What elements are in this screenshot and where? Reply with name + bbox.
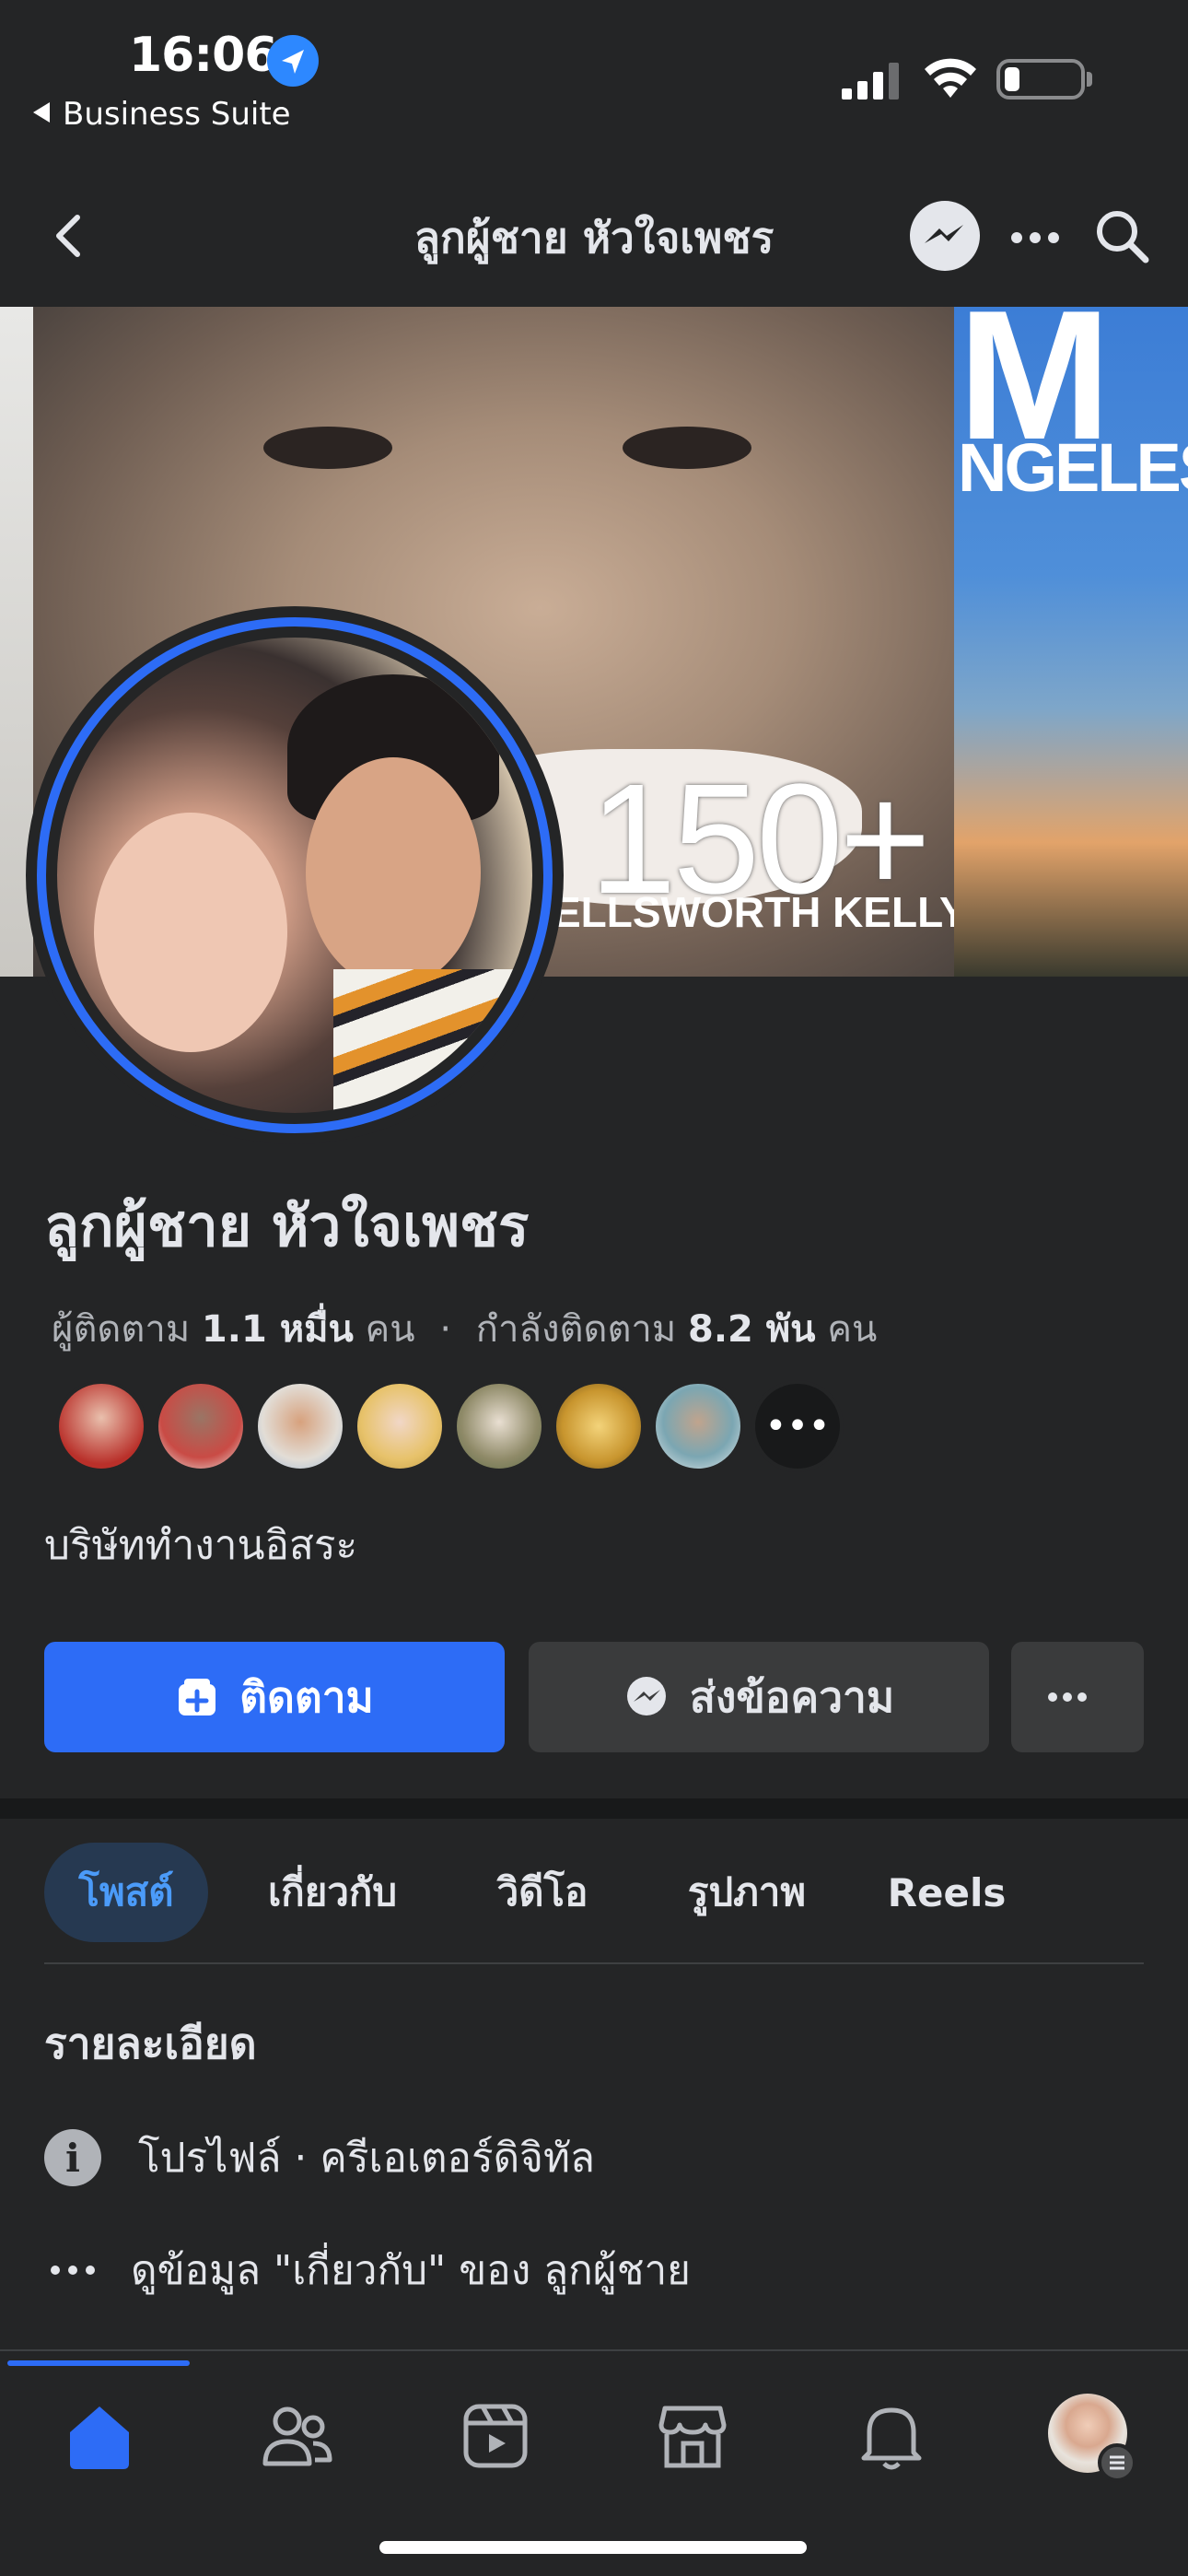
follower-avatar[interactable] bbox=[354, 1380, 446, 1472]
home-indicator bbox=[379, 2541, 807, 2554]
location-arrow-icon bbox=[267, 35, 319, 87]
back-triangle-icon bbox=[33, 102, 50, 123]
follow-stats[interactable]: ผู้ติดตาม 1.1 หมื่น คน · กำลังติดตาม 8.2… bbox=[52, 1299, 877, 1358]
search-icon[interactable] bbox=[1092, 206, 1151, 265]
bell-icon[interactable] bbox=[855, 2399, 928, 2473]
info-icon: i bbox=[44, 2129, 101, 2186]
navigation-bar: ลูกผู้ชาย หัวใจเพชร bbox=[0, 175, 1188, 304]
messenger-icon bbox=[626, 1677, 666, 1715]
page-name: ลูกผู้ชาย หัวใจเพชร bbox=[44, 1192, 530, 1259]
more-dots-icon bbox=[44, 2265, 101, 2276]
see-about-info-row[interactable]: ดูข้อมูล "เกี่ยวกับ" ของ ลูกผู้ชาย bbox=[44, 2233, 691, 2307]
profile-category-text: โปรไฟล์ · ครีเอเตอร์ดิจิทัล bbox=[138, 2135, 595, 2182]
tab-reels[interactable]: Reels bbox=[864, 1843, 1030, 1942]
follow-icon bbox=[179, 1679, 216, 1715]
detail-profile-row: i โปรไฟล์ · ครีเอเตอร์ดิจิทัล bbox=[44, 2121, 595, 2195]
marketplace-icon[interactable] bbox=[656, 2399, 729, 2473]
see-about-text: ดูข้อมูล "เกี่ยวกับ" ของ ลูกผู้ชาย bbox=[131, 2247, 691, 2294]
messenger-icon[interactable] bbox=[910, 201, 980, 271]
more-dots-icon bbox=[1048, 1692, 1087, 1702]
status-bar: 16:06 Business Suite bbox=[0, 0, 1188, 147]
follower-avatar[interactable] bbox=[254, 1380, 346, 1472]
profile-tabs: โพสต์ เกี่ยวกับ วิดีโอ รูปภาพ Reels bbox=[44, 1843, 1144, 1944]
chevron-left-icon[interactable] bbox=[42, 208, 98, 263]
back-app-label: Business Suite bbox=[63, 96, 291, 133]
more-dots-icon[interactable] bbox=[1007, 219, 1063, 256]
home-icon[interactable] bbox=[63, 2399, 136, 2473]
follower-avatar[interactable] bbox=[553, 1380, 645, 1472]
follower-avatar[interactable] bbox=[652, 1380, 744, 1472]
follow-label: ติดตาม bbox=[239, 1671, 374, 1722]
tab-about[interactable]: เกี่ยวกับ bbox=[228, 1843, 437, 1942]
followers-label: ผู้ติดตาม bbox=[52, 1308, 191, 1351]
active-tab-indicator bbox=[7, 2360, 190, 2366]
page-category: บริษัททำงานอิสระ bbox=[44, 1522, 358, 1569]
battery-icon bbox=[996, 59, 1085, 100]
following-count: 8.2 พัน bbox=[687, 1308, 816, 1351]
battery-tip bbox=[1087, 72, 1092, 87]
following-label: กำลังติดตาม bbox=[475, 1308, 677, 1351]
stats-separator: · bbox=[439, 1308, 452, 1351]
nav-title: ลูกผู้ชาย หัวใจเพชร bbox=[413, 213, 775, 263]
tab-posts[interactable]: โพสต์ bbox=[44, 1843, 208, 1942]
details-heading: รายละเอียด bbox=[44, 2019, 257, 2068]
cover-caption: ELLSWORTH KELLY bbox=[553, 888, 968, 936]
cover-magazine-title: NGELES bbox=[958, 429, 1188, 506]
menu-badge-icon bbox=[1098, 2443, 1136, 2482]
cellular-signal-icon bbox=[842, 63, 899, 100]
tab-photos[interactable]: รูปภาพ bbox=[648, 1843, 845, 1942]
back-to-app-link[interactable]: Business Suite bbox=[33, 96, 291, 133]
followers-unit: คน bbox=[365, 1308, 415, 1351]
follow-button[interactable]: ติดตาม bbox=[44, 1642, 505, 1752]
status-time: 16:06 bbox=[129, 28, 278, 83]
more-actions-button[interactable] bbox=[1011, 1642, 1144, 1752]
send-message-button[interactable]: ส่งข้อความ bbox=[529, 1642, 989, 1752]
friends-icon[interactable] bbox=[260, 2399, 333, 2473]
following-unit: คน bbox=[827, 1308, 878, 1351]
facebook-page-profile: 16:06 Business Suite ลูกผู้ชาย หัวใจเพชร bbox=[0, 0, 1188, 2576]
send-message-label: ส่งข้อความ bbox=[689, 1671, 895, 1722]
more-followers-button[interactable]: ••• bbox=[751, 1380, 844, 1472]
wifi-icon bbox=[925, 58, 976, 98]
video-icon[interactable] bbox=[459, 2399, 532, 2473]
profile-avatar[interactable] bbox=[57, 638, 532, 1113]
follower-avatar[interactable] bbox=[55, 1380, 147, 1472]
tabs-underline bbox=[44, 1962, 1144, 1964]
tab-videos[interactable]: วิดีโอ bbox=[457, 1843, 628, 1942]
followers-count: 1.1 หมื่น bbox=[201, 1308, 354, 1351]
section-divider bbox=[0, 1798, 1188, 1819]
follower-avatar[interactable] bbox=[155, 1380, 247, 1472]
follower-avatar[interactable] bbox=[453, 1380, 545, 1472]
